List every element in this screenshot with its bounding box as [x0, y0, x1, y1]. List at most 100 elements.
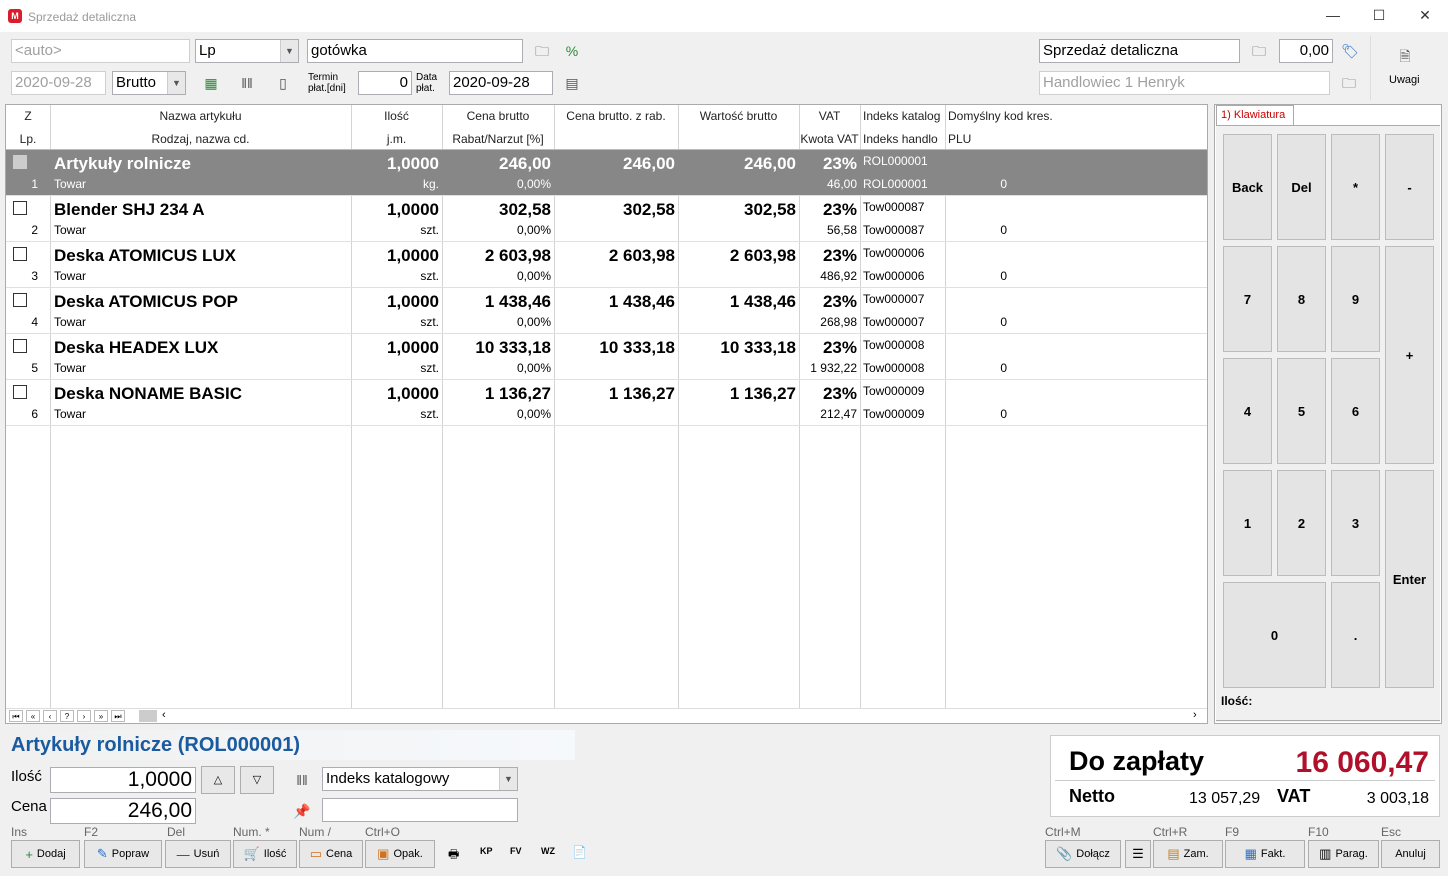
chevron-down-icon[interactable]: ▼	[167, 72, 185, 94]
header-discount[interactable]: Rabat/Narzut [%]	[442, 132, 554, 146]
key-multiply[interactable]: *	[1331, 134, 1380, 240]
key-9[interactable]: 9	[1331, 246, 1380, 352]
wz-doc-icon[interactable]: WZ	[541, 846, 555, 856]
header-value[interactable]: Wartość brutto	[678, 109, 799, 123]
notes-button[interactable]: 🗎 Uwagi	[1370, 36, 1440, 100]
key-plus[interactable]: +	[1385, 246, 1434, 464]
header-z[interactable]: Z	[6, 109, 50, 123]
header-trade-index[interactable]: Indeks handlo	[863, 132, 945, 146]
salesperson-input[interactable]: Handlowiec 1 Henryk	[1039, 71, 1330, 95]
key-1[interactable]: 1	[1223, 470, 1272, 576]
next-page-button[interactable]: »	[94, 710, 108, 722]
header-qty[interactable]: Ilość	[351, 109, 442, 123]
search-mode-select[interactable]: Indeks katalogowy ▼	[322, 767, 518, 791]
folder-icon[interactable]: 🗀	[1339, 73, 1359, 93]
row-checkbox[interactable]	[13, 339, 27, 353]
menu-button[interactable]: ☰	[1125, 840, 1151, 868]
fv-doc-icon[interactable]: FV	[510, 846, 522, 856]
edit-button[interactable]: ✎ Popraw	[84, 840, 162, 868]
qty-up-button[interactable]: △	[201, 766, 235, 794]
row-checkbox[interactable]	[13, 247, 27, 261]
scrollbar-thumb[interactable]	[139, 710, 157, 722]
tab-keyboard[interactable]: 1) Klawiatura	[1216, 105, 1294, 125]
table-row[interactable]: Blender SHJ 234 A Towar 1,0000 szt. 302,58 0,…	[6, 196, 1207, 242]
price-tag-icon[interactable]: 🏷	[1340, 41, 1360, 61]
header-barcode[interactable]: Domyślny kod kres.	[948, 109, 1148, 123]
delete-button[interactable]: — Usuń	[165, 840, 231, 868]
quantity-button[interactable]: 🛒 Ilość	[233, 840, 297, 868]
calendar-icon[interactable]: ▤	[562, 73, 582, 93]
key-2[interactable]: 2	[1277, 470, 1326, 576]
minimize-button[interactable]: —	[1310, 0, 1356, 32]
key-8[interactable]: 8	[1277, 246, 1326, 352]
document-icon[interactable]: 📄	[572, 845, 587, 859]
scroll-left-icon[interactable]: ‹	[162, 709, 166, 721]
amount-input[interactable]: 0,00	[1279, 39, 1333, 63]
calculator-icon[interactable]: ▦	[201, 73, 221, 93]
print-icon[interactable]: 🖶	[448, 845, 459, 866]
price-button[interactable]: ▭ Cena	[299, 840, 363, 868]
prev-record-button[interactable]: ‹	[43, 710, 57, 722]
payment-method-input[interactable]: gotówka	[307, 39, 523, 63]
qty-down-button[interactable]: ▽	[240, 766, 274, 794]
key-3[interactable]: 3	[1331, 470, 1380, 576]
price-type-select[interactable]: Brutto ▼	[112, 71, 186, 95]
scroll-right-icon[interactable]: ›	[1193, 709, 1197, 721]
add-button[interactable]: + Dodaj	[11, 840, 80, 868]
row-checkbox[interactable]	[13, 201, 27, 215]
cancel-button[interactable]: Anuluj	[1381, 840, 1440, 868]
key-del[interactable]: Del	[1277, 134, 1326, 240]
document-date-input[interactable]: 2020-09-28	[11, 71, 106, 95]
key-4[interactable]: 4	[1223, 358, 1272, 464]
numbering-select[interactable]: Lp ▼	[195, 39, 299, 63]
attach-button[interactable]: 📎 Dołącz	[1045, 840, 1121, 868]
next-record-button[interactable]: ›	[77, 710, 91, 722]
device-icon[interactable]: ▯	[273, 73, 293, 93]
receipt-button[interactable]: ▥ Parag.	[1308, 840, 1379, 868]
key-minus[interactable]: -	[1385, 134, 1434, 240]
header-cat-index[interactable]: Indeks katalog	[863, 109, 945, 123]
table-row[interactable]: Deska HEADEX LUX Towar 1,0000 szt. 10 333,18…	[6, 334, 1207, 380]
key-0[interactable]: 0	[1223, 582, 1326, 688]
header-price-disc[interactable]: Cena brutto. z rab.	[554, 109, 678, 123]
term-days-input[interactable]: 0	[358, 71, 412, 95]
chevron-down-icon[interactable]: ▼	[499, 768, 517, 790]
header-vat[interactable]: VAT	[799, 109, 860, 123]
maximize-button[interactable]: ☐	[1356, 0, 1402, 32]
last-record-button[interactable]: ⏭	[111, 710, 125, 722]
folder-icon[interactable]: 🗀	[532, 41, 552, 61]
barcode-icon[interactable]: ‖‖	[237, 73, 257, 93]
table-row[interactable]: Deska ATOMICUS LUX Towar 1,0000 szt. 2 603,9…	[6, 242, 1207, 288]
header-name[interactable]: Nazwa artykułu	[50, 109, 351, 123]
kp-doc-icon[interactable]: KP	[480, 846, 493, 856]
key-7[interactable]: 7	[1223, 246, 1272, 352]
key-decimal[interactable]: .	[1331, 582, 1380, 688]
table-row[interactable]: Artykuły rolnicze Towar 1,0000 kg. 246,00 0,0…	[6, 150, 1207, 196]
prev-page-button[interactable]: «	[26, 710, 40, 722]
folder-icon[interactable]: 🗀	[1249, 41, 1269, 61]
package-button[interactable]: ▣ Opak.	[365, 840, 435, 868]
header-vat-amount[interactable]: Kwota VAT	[799, 132, 860, 146]
register-input[interactable]: Sprzedaż detaliczna	[1039, 39, 1240, 63]
header-unit[interactable]: j.m.	[351, 132, 442, 146]
items-grid[interactable]: Z Nazwa artykułu Ilość Cena brutto Cena …	[5, 104, 1208, 724]
row-checkbox[interactable]	[13, 155, 27, 169]
key-enter[interactable]: Enter	[1385, 470, 1434, 688]
header-plu[interactable]: PLU	[948, 132, 1148, 146]
due-date-input[interactable]: 2020-09-28	[449, 71, 553, 95]
payment-percent-icon[interactable]: %	[562, 41, 582, 61]
qty-input[interactable]: 1,0000	[50, 767, 196, 793]
header-price[interactable]: Cena brutto	[442, 109, 554, 123]
price-input[interactable]: 246,00	[50, 798, 196, 824]
key-back[interactable]: Back	[1223, 134, 1272, 240]
table-row[interactable]: Deska NONAME BASIC Towar 1,0000 szt. 1 136,2…	[6, 380, 1207, 426]
search-record-button[interactable]: ?	[60, 710, 74, 722]
search-input[interactable]	[322, 798, 518, 822]
close-button[interactable]: ✕	[1402, 0, 1448, 32]
table-row[interactable]: Deska ATOMICUS POP Towar 1,0000 szt. 1 438,4…	[6, 288, 1207, 334]
key-6[interactable]: 6	[1331, 358, 1380, 464]
document-number-input[interactable]: <auto>	[11, 39, 190, 63]
chevron-down-icon[interactable]: ▼	[280, 40, 298, 62]
header-type[interactable]: Rodzaj, nazwa cd.	[50, 132, 351, 146]
first-record-button[interactable]: ⏮	[9, 710, 23, 722]
